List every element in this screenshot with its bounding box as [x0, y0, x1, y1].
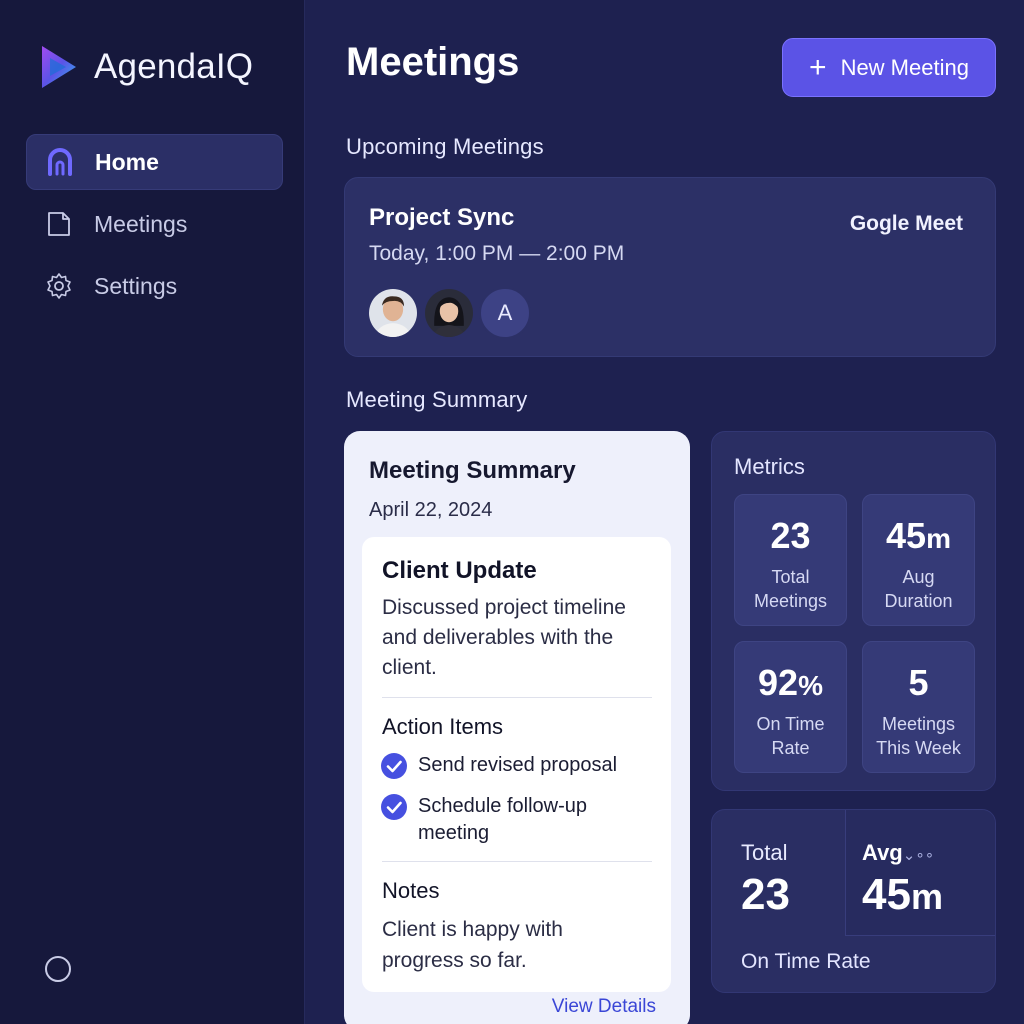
metrics-card: Metrics 23 Total Meetings 45m Aug Duration… [711, 431, 996, 791]
divider [382, 861, 652, 862]
action-item-text: Schedule follow-up meeting [418, 795, 587, 844]
home-icon [45, 147, 75, 177]
sidebar-item-label: Meetings [94, 210, 188, 237]
total-label: Total [741, 840, 788, 865]
sidebar: AgendaIQ Home Meetings Settings [0, 0, 305, 1024]
upcoming-meeting-card[interactable]: Project Sync Today, 1:00 PM — 2:00 PM Go… [344, 177, 996, 357]
sidebar-item-meetings[interactable]: Meetings [26, 196, 283, 252]
metric-value: 23 [770, 515, 811, 556]
metric-label: Total Meetings [753, 567, 828, 611]
avatar[interactable]: A [479, 287, 531, 339]
summary-section-title: Meeting Summary [346, 387, 528, 412]
sidebar-item-home[interactable]: Home [26, 134, 283, 190]
man-avatar-icon [369, 289, 417, 337]
meeting-time: Today, 1:00 PM — 2:00 PM [369, 242, 625, 265]
plus-icon: + [809, 50, 827, 84]
meeting-title: Project Sync [369, 204, 515, 231]
metric-value: 92% [758, 662, 823, 703]
client-update-description: Discussed project timeline and deliverab… [382, 596, 626, 679]
metric-tile-total-meetings[interactable]: 23 Total Meetings [734, 494, 847, 626]
new-meeting-label: New Meeting [840, 54, 969, 80]
app-name: AgendaIQ [94, 47, 254, 86]
checkmark-icon [381, 794, 407, 820]
upcoming-section-title: Upcoming Meetings [346, 134, 544, 159]
client-update-title: Client Update [382, 557, 537, 584]
action-item-text: Send revised proposal [418, 754, 618, 776]
notes-text: Client is happy with progress so far. [382, 918, 563, 972]
total-value: 23 [741, 870, 790, 919]
new-meeting-button[interactable]: + New Meeting [782, 38, 996, 97]
action-item[interactable]: Send revised proposal [380, 752, 648, 780]
status-circle-icon[interactable] [45, 956, 71, 982]
view-details-link[interactable]: View Details [552, 996, 656, 1018]
summary-card-title: Meeting Summary [369, 457, 576, 484]
action-items-title: Action Items [382, 714, 504, 739]
sidebar-item-label: Settings [94, 272, 178, 299]
meeting-summary-card: Meeting Summary April 22, 2024 Client Up… [344, 431, 690, 1024]
metric-tile-meetings-this-week[interactable]: 5 Meetings This Week [862, 641, 975, 773]
metrics-title: Metrics [734, 454, 805, 479]
logo-icon [42, 46, 76, 88]
action-item[interactable]: Schedule follow-up meeting [380, 793, 648, 847]
metric-label: Aug Duration [884, 567, 953, 611]
attendee-avatars: A [367, 287, 535, 339]
metric-value: 45m [886, 515, 951, 556]
avg-label: Avg⌄∘∘ [862, 840, 935, 865]
brand[interactable]: AgendaIQ [38, 42, 253, 92]
sidebar-item-label: Home [95, 148, 159, 175]
metric-tile-avg-duration[interactable]: 45m Aug Duration [862, 494, 975, 626]
avg-value: 45m [862, 870, 943, 919]
stats-card: Total 23 Avg⌄∘∘ 45m On Time Rate [711, 809, 996, 993]
woman-avatar-icon [425, 289, 473, 337]
sidebar-nav: Home Meetings Settings [26, 134, 283, 320]
metric-label: Meetings This Week [876, 714, 961, 758]
on-time-rate-label: On Time Rate [741, 950, 871, 973]
avatar[interactable] [423, 287, 475, 339]
gear-icon [44, 271, 74, 301]
summary-date: April 22, 2024 [369, 499, 493, 521]
sidebar-item-settings[interactable]: Settings [26, 258, 283, 314]
divider [382, 697, 652, 698]
checkmark-icon [381, 753, 407, 779]
metric-label: On Time Rate [756, 714, 825, 758]
document-icon [44, 209, 74, 239]
metric-tile-on-time-rate[interactable]: 92% On Time Rate [734, 641, 847, 773]
avatar[interactable] [367, 287, 419, 339]
page-title: Meetings [346, 40, 520, 84]
summary-content: Client Update Discussed project timeline… [362, 537, 671, 992]
notes-title: Notes [382, 878, 440, 903]
meeting-platform: Gogle Meet [849, 212, 963, 235]
metric-value: 5 [908, 662, 929, 703]
